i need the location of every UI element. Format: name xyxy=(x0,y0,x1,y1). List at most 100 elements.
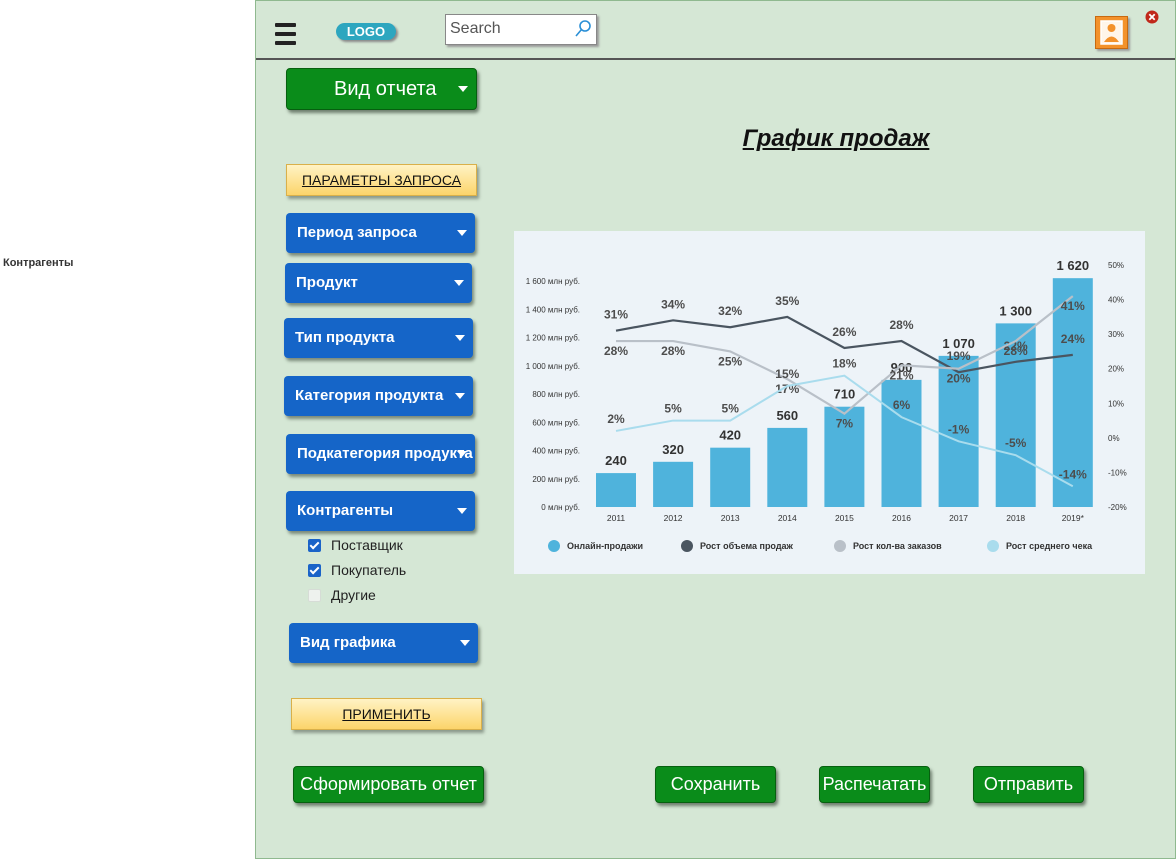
checkbox-supplier-label: Поставщик xyxy=(331,537,403,553)
line-data-label: 5% xyxy=(722,402,740,416)
x-tick-label: 2018 xyxy=(1006,513,1025,523)
filter-product-type-label: Тип продукта xyxy=(295,329,395,346)
apply-button[interactable]: ПРИМЕНИТЬ xyxy=(291,698,482,730)
y-right-tick-label: 30% xyxy=(1108,330,1124,339)
line-data-label: 32% xyxy=(718,304,742,318)
x-tick-label: 2014 xyxy=(778,513,797,523)
sales-chart: 0 млн руб. 200 млн руб. 400 млн руб. 600 мл… xyxy=(514,231,1145,574)
chart-view-label: Вид графика xyxy=(300,634,396,651)
bar-value-label: 420 xyxy=(719,428,741,443)
top-bar: LOGO xyxy=(256,1,1175,60)
side-label-counterparties: Контрагенты xyxy=(3,257,74,269)
logo: LOGO xyxy=(336,23,396,40)
y-left-tick-label: 1 400 млн руб. xyxy=(526,305,580,314)
line-data-label: -14% xyxy=(1059,467,1087,481)
filter-period-dropdown[interactable]: Период запроса xyxy=(286,213,475,253)
line-data-label: 35% xyxy=(775,294,799,308)
checkbox-buyer[interactable] xyxy=(308,564,321,577)
y-left-tick-label: 800 млн руб. xyxy=(532,390,580,399)
legend-marker xyxy=(681,540,693,552)
chevron-down-icon xyxy=(457,508,467,514)
filter-product-subcategory-dropdown[interactable]: Подкатегория продукта xyxy=(286,434,475,474)
line-data-label: 18% xyxy=(832,357,856,371)
legend-marker xyxy=(548,540,560,552)
legend-marker xyxy=(834,540,846,552)
bar-value-label: 1 300 xyxy=(999,303,1032,318)
bar-value-label: 240 xyxy=(605,453,627,468)
legend-label: Рост объема продаж xyxy=(700,541,794,551)
x-tick-label: 2012 xyxy=(664,513,683,523)
legend-label: Рост кол-ва заказов xyxy=(853,541,942,551)
line-data-label: 34% xyxy=(661,297,685,311)
x-tick-label: 2016 xyxy=(892,513,911,523)
legend-marker xyxy=(987,540,999,552)
line-data-label: 5% xyxy=(664,402,682,416)
search-box[interactable] xyxy=(445,14,597,45)
line-data-label: 24% xyxy=(1061,332,1085,346)
filter-product-subcategory-label: Подкатегория продукта xyxy=(297,445,473,462)
line-data-label: 28% xyxy=(604,344,628,358)
filter-product-category-label: Категория продукта xyxy=(295,387,444,404)
filter-product-label: Продукт xyxy=(296,274,358,291)
chevron-down-icon xyxy=(458,86,468,92)
x-tick-label: 2017 xyxy=(949,513,968,523)
print-button[interactable]: Распечатать xyxy=(819,766,930,803)
y-right-tick-label: 50% xyxy=(1108,261,1124,270)
x-tick-label: 2015 xyxy=(835,513,854,523)
chevron-down-icon xyxy=(460,640,470,646)
y-right-tick-label: 10% xyxy=(1108,399,1124,408)
checkbox-other[interactable] xyxy=(308,589,321,602)
y-right-tick-label: -10% xyxy=(1108,468,1127,477)
chart-view-dropdown[interactable]: Вид графика xyxy=(289,623,478,663)
y-right-tick-label: 40% xyxy=(1108,296,1124,305)
line-data-label: -5% xyxy=(1005,436,1027,450)
y-left-tick-label: 200 млн руб. xyxy=(532,475,580,484)
y-right-tick-label: -20% xyxy=(1108,503,1127,512)
bar-value-label: 560 xyxy=(776,408,798,423)
chevron-down-icon xyxy=(455,335,465,341)
filter-product-category-dropdown[interactable]: Категория продукта xyxy=(284,376,473,416)
user-avatar-icon[interactable] xyxy=(1095,16,1128,49)
y-left-tick-label: 0 млн руб. xyxy=(541,503,580,512)
line-data-label: 19% xyxy=(947,349,971,363)
close-icon[interactable] xyxy=(1145,10,1159,24)
search-input[interactable] xyxy=(450,18,568,40)
chart-bar xyxy=(710,447,751,507)
generate-report-button[interactable]: Сформировать отчет xyxy=(293,766,484,803)
line-data-label: 21% xyxy=(889,368,913,382)
menu-icon[interactable] xyxy=(275,23,296,45)
chevron-down-icon xyxy=(457,451,467,457)
bar-value-label: 710 xyxy=(834,387,856,402)
search-icon[interactable] xyxy=(573,19,593,39)
filter-product-type-dropdown[interactable]: Тип продукта xyxy=(284,318,473,358)
line-data-label: 26% xyxy=(832,325,856,339)
filter-product-dropdown[interactable]: Продукт xyxy=(285,263,472,303)
checkbox-supplier[interactable] xyxy=(308,539,321,552)
bar-value-label: 1 620 xyxy=(1057,258,1090,273)
filter-counterparties-dropdown[interactable]: Контрагенты xyxy=(286,491,475,531)
checkbox-buyer-label: Покупатель xyxy=(331,562,407,578)
line-data-label: 15% xyxy=(775,367,799,381)
app-window: LOGO Вид отчета ПАРАМЕТРЫ ЗАПРОСА Перио xyxy=(255,0,1176,859)
sales-chart-svg: 0 млн руб. 200 млн руб. 400 млн руб. 600 мл… xyxy=(526,258,1127,552)
save-button[interactable]: Сохранить xyxy=(655,766,776,803)
line-data-label: 7% xyxy=(836,417,854,431)
chevron-down-icon xyxy=(454,280,464,286)
filter-counterparties-label: Контрагенты xyxy=(297,502,394,519)
chart-bar xyxy=(653,461,694,507)
send-button[interactable]: Отправить xyxy=(973,766,1084,803)
filter-period-label: Период запроса xyxy=(297,224,417,241)
query-params-button[interactable]: ПАРАМЕТРЫ ЗАПРОСА xyxy=(286,164,477,196)
chart-title: График продаж xyxy=(742,125,930,152)
y-left-tick-label: 400 млн руб. xyxy=(532,447,580,456)
line-data-label: 41% xyxy=(1061,299,1085,313)
x-tick-label: 2013 xyxy=(721,513,740,523)
line-data-label: 2% xyxy=(607,412,625,426)
line-data-label: 20% xyxy=(947,372,971,386)
report-view-dropdown[interactable]: Вид отчета xyxy=(286,68,477,110)
y-left-tick-label: 1 200 млн руб. xyxy=(526,334,580,343)
y-right-tick-label: 0% xyxy=(1108,434,1120,443)
line-data-label: 28% xyxy=(889,318,913,332)
line-data-label: 25% xyxy=(718,354,742,368)
y-left-tick-label: 1 600 млн руб. xyxy=(526,277,580,286)
